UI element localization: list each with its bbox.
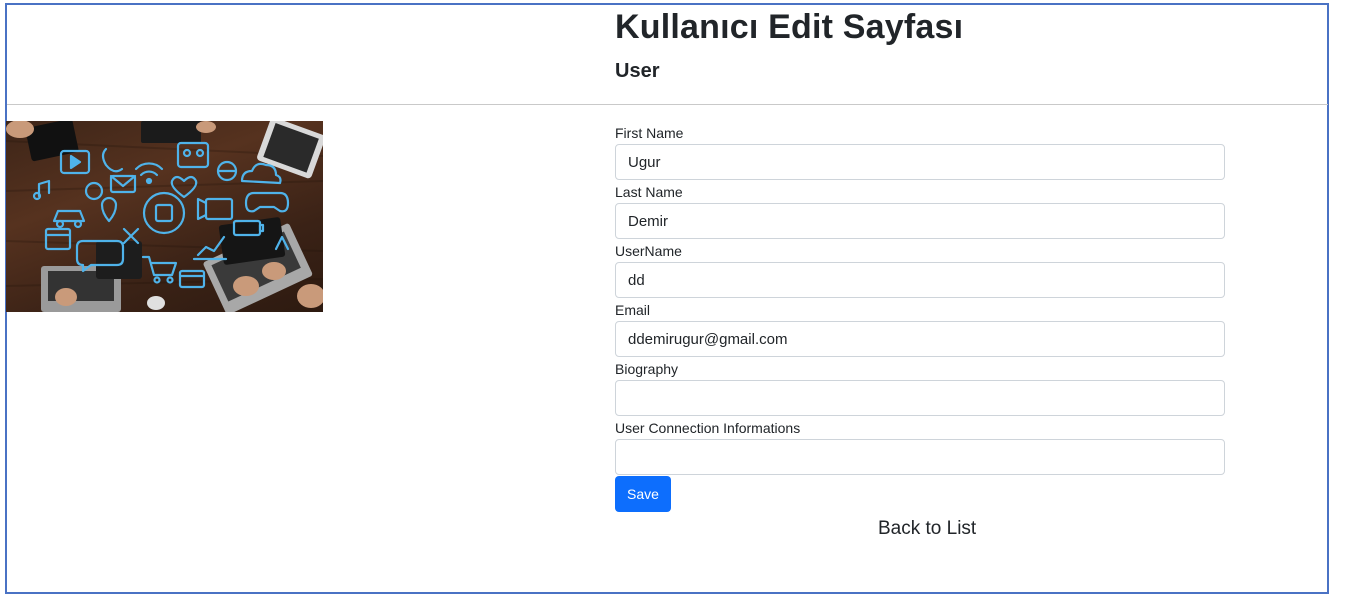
biography-label: Biography: [615, 361, 679, 377]
user-connection-informations-input[interactable]: [615, 439, 1225, 475]
email-input[interactable]: [615, 321, 1225, 357]
technology-illustration-image: [6, 121, 323, 312]
biography-input[interactable]: [615, 380, 1225, 416]
tech-collage-illustration: [6, 121, 323, 312]
username-label: UserName: [615, 243, 682, 259]
back-to-list-link[interactable]: Back to List: [878, 518, 976, 540]
email-label: Email: [615, 302, 651, 318]
user-connection-informations-label: User Connection Informations: [615, 420, 801, 436]
first-name-input[interactable]: [615, 144, 1225, 180]
username-input[interactable]: [615, 262, 1225, 298]
last-name-label: Last Name: [615, 184, 683, 200]
last-name-input[interactable]: [615, 203, 1225, 239]
page-title: Kullanıcı Edit Sayfası: [615, 8, 964, 46]
first-name-label: First Name: [615, 125, 684, 141]
page-subtitle: User: [615, 60, 660, 82]
save-button[interactable]: Save: [615, 476, 671, 512]
header-divider: [7, 104, 1328, 105]
